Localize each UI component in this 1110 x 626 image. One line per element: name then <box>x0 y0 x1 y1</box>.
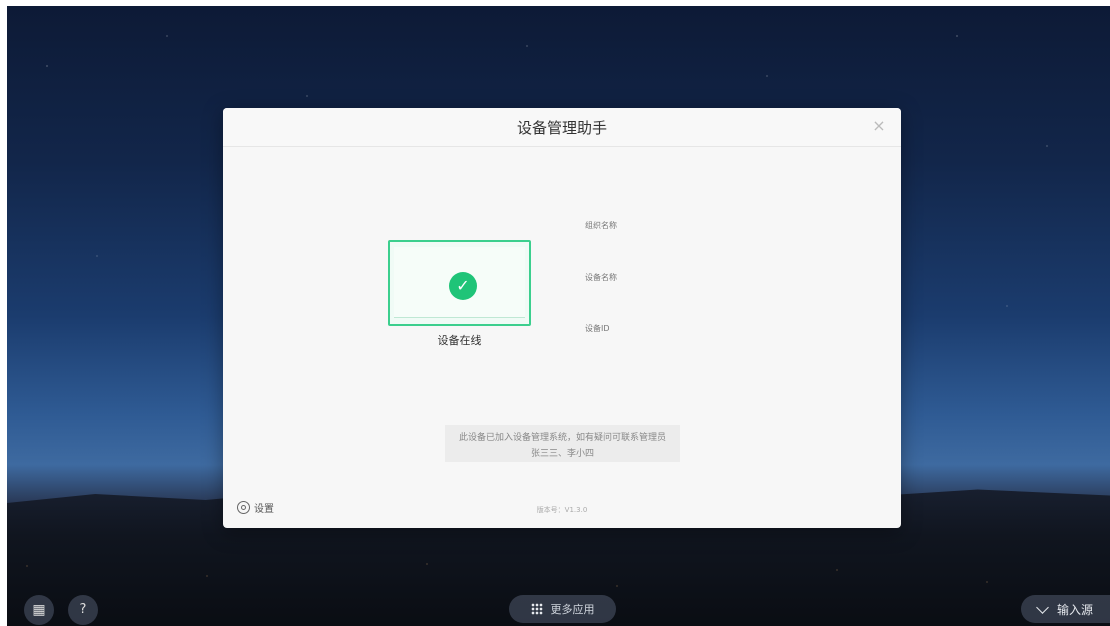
version-label: 版本号：V1.3.0 <box>536 506 588 514</box>
chevron-down-icon <box>1036 600 1049 614</box>
dialog-title: 设备管理助手 <box>516 119 607 137</box>
check-icon: ✓ <box>449 272 477 300</box>
close-icon[interactable]: × <box>871 118 887 134</box>
admin-names: 张三三、李小四 <box>530 449 594 459</box>
more-apps-button[interactable]: 更多应用 <box>509 595 616 623</box>
input-source-label: 输入源 <box>1056 602 1093 617</box>
help-icon[interactable]: ? <box>68 595 98 625</box>
device-manager-dialog: 设备管理助手 × ✓ 设备在线 组织名称 设备名称 设备ID 此设备已加入设备管… <box>223 108 901 528</box>
org-name-label: 组织名称 <box>585 221 617 230</box>
notice-text: 此设备已加入设备管理系统，如有疑问可联系管理员 <box>458 433 666 443</box>
admin-notice: 此设备已加入设备管理系统，如有疑问可联系管理员 张三三、李小四 <box>445 425 680 462</box>
more-apps-label: 更多应用 <box>550 603 595 616</box>
input-source-button[interactable]: 输入源 <box>1021 595 1110 623</box>
device-id-label: 设备ID <box>585 324 610 333</box>
device-name-label: 设备名称 <box>585 273 617 282</box>
dialog-header: 设备管理助手 × <box>223 108 901 147</box>
windows-grid-icon[interactable]: ▦ <box>24 595 54 625</box>
device-status-card: ✓ <box>388 240 531 326</box>
device-screen: ✓ <box>394 247 525 318</box>
device-status-label: 设备在线 <box>437 334 482 347</box>
apps-grid-icon <box>530 603 543 615</box>
